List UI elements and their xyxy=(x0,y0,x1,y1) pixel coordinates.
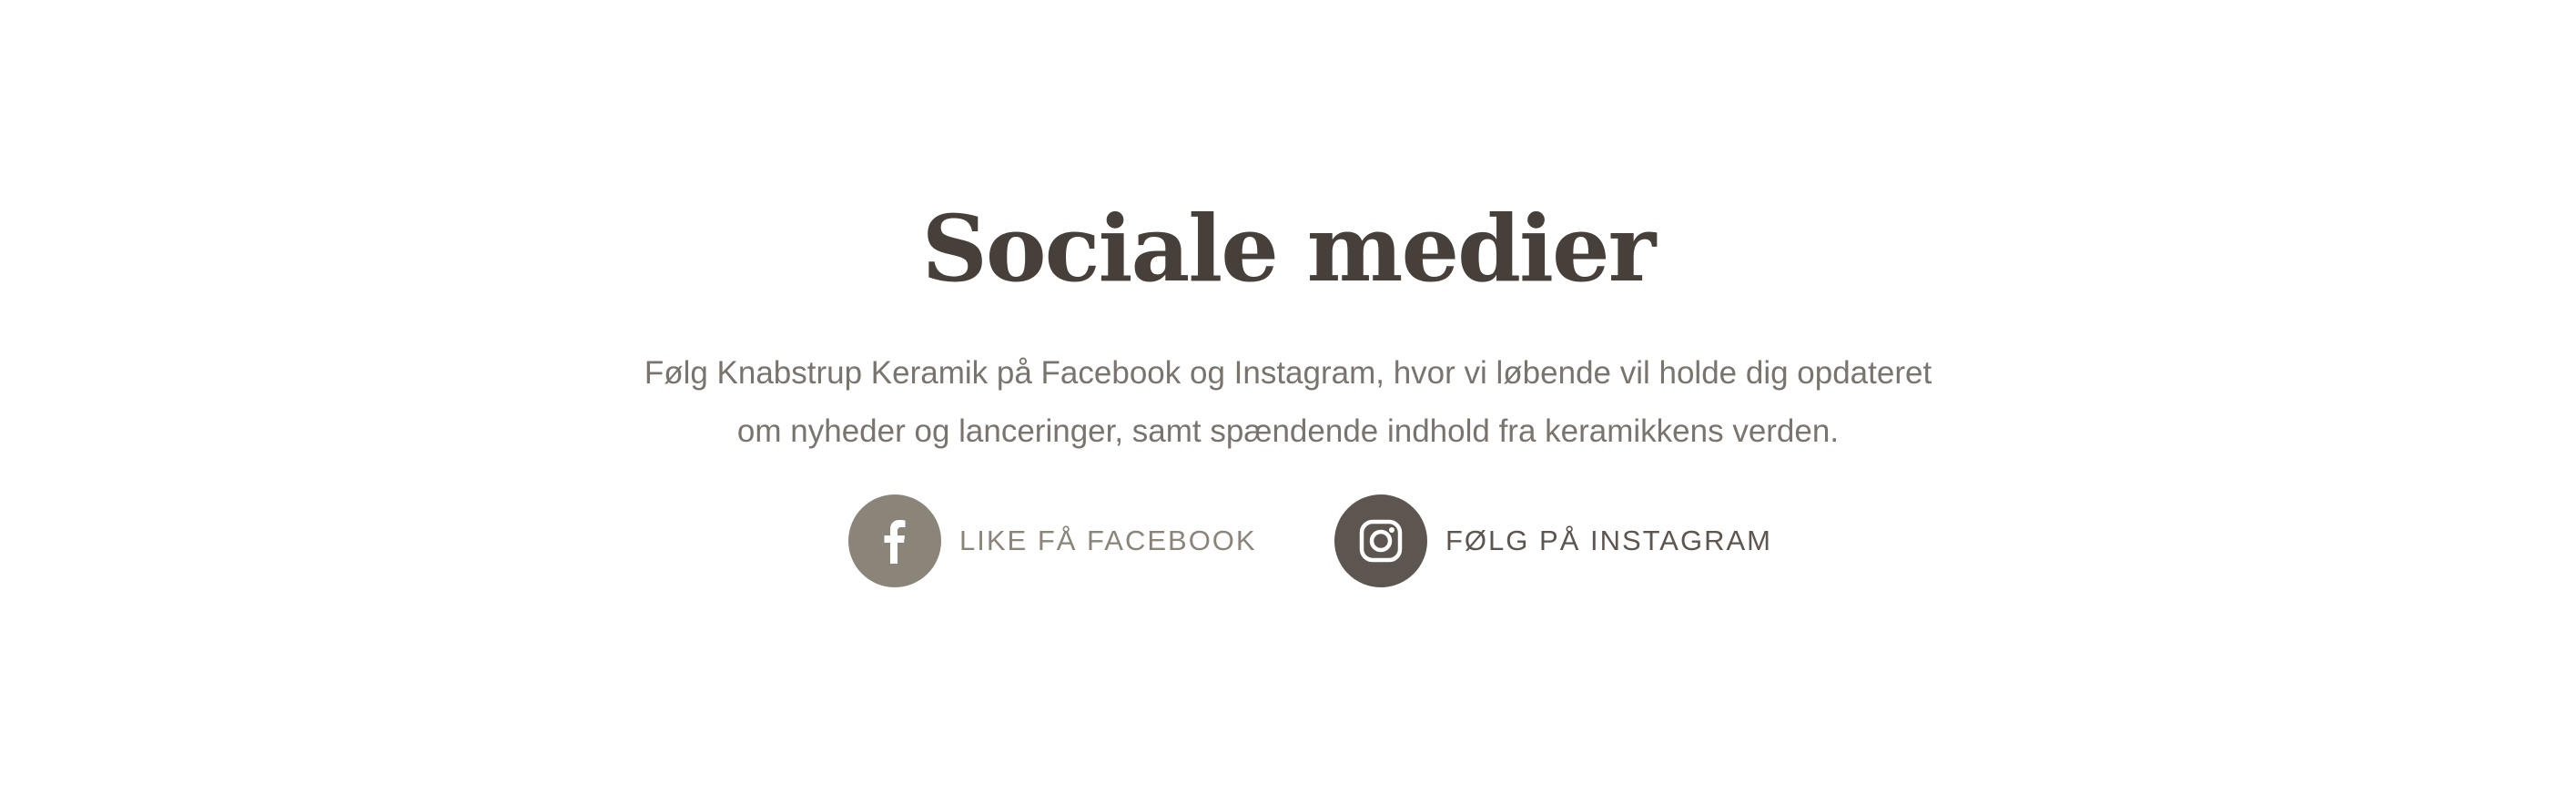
instagram-link-label: FØLG PÅ INSTAGRAM xyxy=(1445,525,1772,556)
section-description: Følg Knabstrup Keramik på Facebook og In… xyxy=(560,344,2016,461)
facebook-icon xyxy=(848,494,941,587)
instagram-link[interactable]: FØLG PÅ INSTAGRAM xyxy=(1334,494,1772,587)
facebook-link[interactable]: LIKE FÅ FACEBOOK xyxy=(848,494,1257,587)
facebook-link-label: LIKE FÅ FACEBOOK xyxy=(959,525,1257,556)
social-media-section: Sociale medier Følg Knabstrup Keramik på… xyxy=(0,0,2576,805)
description-line: Følg Knabstrup Keramik på Facebook og In… xyxy=(644,355,1932,391)
section-title: Sociale medier xyxy=(921,195,1657,302)
description-line: om nyheder og lanceringer, samt spændend… xyxy=(736,413,1840,449)
instagram-icon xyxy=(1334,494,1427,587)
